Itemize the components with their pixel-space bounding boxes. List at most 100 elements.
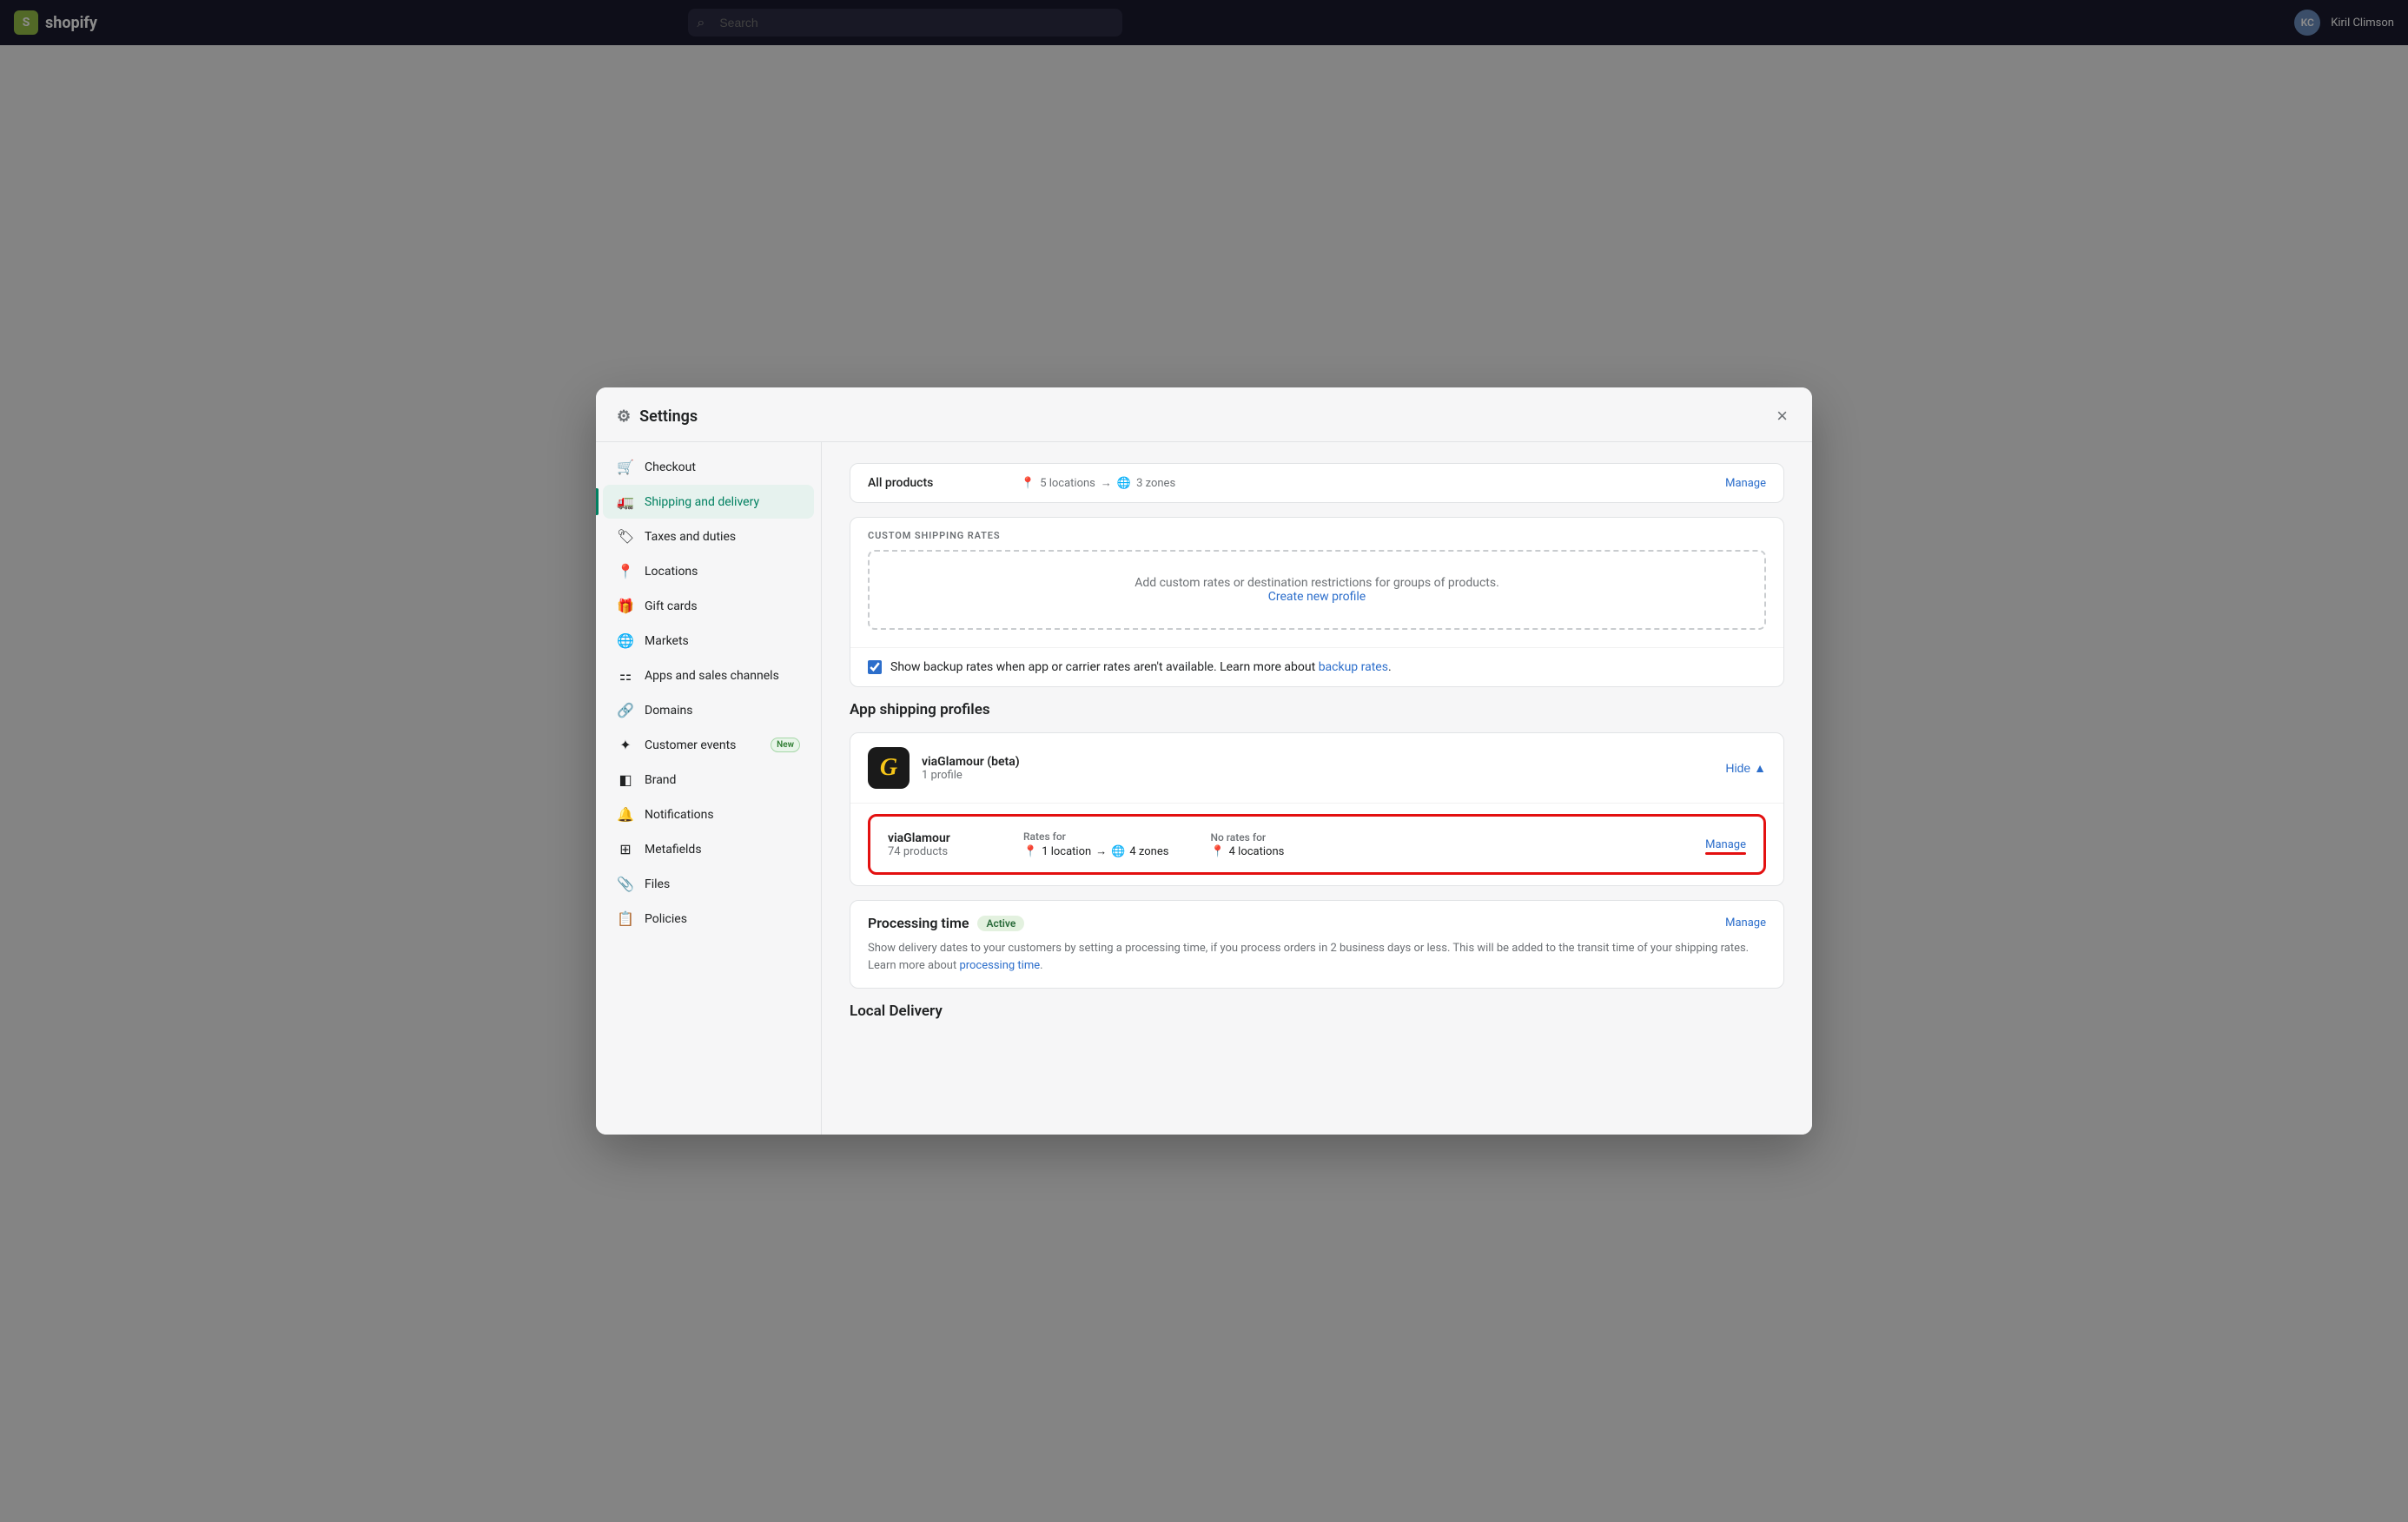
app-profiles-section: App shipping profiles G viaGlamour (beta… (850, 701, 1784, 886)
sidebar-item-label-taxes: Taxes and duties (645, 530, 800, 544)
sidebar-item-label-markets: Markets (645, 634, 800, 648)
all-products-detail: 📍 5 locations → 🌐 3 zones (1021, 476, 1711, 490)
policies-icon: 📋 (617, 910, 634, 927)
processing-description: Show delivery dates to your customers by… (850, 940, 1783, 988)
processing-time-card: Processing time Active Manage Show deliv… (850, 900, 1784, 989)
app-profiles-title: App shipping profiles (850, 701, 1784, 718)
sidebar-item-label-customer-events: Customer events (645, 738, 760, 752)
sidebar-item-files[interactable]: 📎 Files (603, 867, 814, 901)
sidebar: 🛒 Checkout 🚛 Shipping and delivery 🏷 Tax… (596, 442, 822, 1135)
hide-button[interactable]: Hide ▲ (1725, 761, 1766, 775)
sidebar-item-label-brand: Brand (645, 773, 800, 787)
sidebar-item-label-locations: Locations (645, 565, 800, 579)
sidebar-item-shipping[interactable]: 🚛 Shipping and delivery (603, 485, 814, 519)
backup-rates-row: Show backup rates when app or carrier ra… (850, 647, 1783, 686)
sidebar-item-domains[interactable]: 🔗 Domains (603, 693, 814, 727)
sidebar-item-locations[interactable]: 📍 Locations (603, 554, 814, 588)
customer-events-icon: ✦ (617, 737, 634, 753)
sidebar-item-label-gift-cards: Gift cards (645, 599, 800, 613)
all-products-card: All products 📍 5 locations → 🌐 3 zones M… (850, 463, 1784, 503)
close-button[interactable]: × (1773, 403, 1791, 429)
app-header: G viaGlamour (beta) 1 profile Hide ▲ (850, 733, 1783, 804)
files-icon: 📎 (617, 876, 634, 892)
sidebar-item-label-checkout: Checkout (645, 460, 800, 474)
no-rates-column: No rates for 📍 4 locations (1210, 831, 1284, 858)
globe-icon-small: 🌐 (1117, 477, 1131, 490)
locations-count: 5 locations (1040, 477, 1095, 490)
sidebar-item-customer-events[interactable]: ✦ Customer events New (603, 728, 814, 762)
create-profile-link[interactable]: Create new profile (1268, 590, 1366, 604)
custom-shipping-card: CUSTOM SHIPPING RATES Add custom rates o… (850, 517, 1784, 687)
via-products-count: 74 products (888, 845, 1009, 858)
sidebar-item-label-notifications: Notifications (645, 808, 800, 822)
via-manage-link[interactable]: Manage (1705, 838, 1746, 851)
settings-modal: ⚙ Settings × 🛒 Checkout 🚛 Shipping and d… (596, 387, 1812, 1135)
modal-body: 🛒 Checkout 🚛 Shipping and delivery 🏷 Tax… (596, 442, 1812, 1135)
custom-shipping-empty: Add custom rates or destination restrict… (868, 550, 1766, 630)
sidebar-item-apps[interactable]: ⚏ Apps and sales channels (603, 658, 814, 692)
no-rates-pin-icon: 📍 (1210, 845, 1224, 858)
processing-time-header: Processing time Active Manage (850, 901, 1783, 940)
shipping-icon: 🚛 (617, 493, 634, 510)
rates-arrow: → (1095, 844, 1107, 858)
main-content: All products 📍 5 locations → 🌐 3 zones M… (822, 442, 1812, 1135)
processing-time-link[interactable]: processing time (959, 959, 1040, 972)
app-info: G viaGlamour (beta) 1 profile (868, 747, 1020, 789)
globe-icon-rates: 🌐 (1111, 845, 1125, 858)
settings-icon: ⚙ (617, 407, 631, 426)
app-profile-count: 1 profile (922, 769, 1020, 782)
processing-manage-link[interactable]: Manage (1725, 917, 1766, 930)
sidebar-item-brand[interactable]: ◧ Brand (603, 763, 814, 797)
modal-backdrop: ⚙ Settings × 🛒 Checkout 🚛 Shipping and d… (0, 0, 2408, 1522)
app-name-block: viaGlamour (beta) 1 profile (922, 755, 1020, 782)
app-logo-letter: G (880, 754, 897, 782)
viag-glamour-card: G viaGlamour (beta) 1 profile Hide ▲ (850, 732, 1784, 886)
sidebar-item-notifications[interactable]: 🔔 Notifications (603, 797, 814, 831)
local-delivery-heading: Local Delivery (850, 1003, 1784, 1020)
sidebar-item-markets[interactable]: 🌐 Markets (603, 624, 814, 658)
sidebar-item-policies[interactable]: 📋 Policies (603, 902, 814, 936)
backup-rates-checkbox[interactable] (868, 660, 882, 674)
all-products-manage-link[interactable]: Manage (1725, 477, 1766, 490)
sidebar-item-label-shipping: Shipping and delivery (645, 495, 800, 509)
notifications-icon: 🔔 (617, 806, 634, 823)
all-products-name: All products (868, 476, 1007, 490)
sidebar-item-gift-cards[interactable]: 🎁 Gift cards (603, 589, 814, 623)
metafields-icon: ⊞ (617, 841, 634, 857)
no-rates-locations: 4 locations (1229, 845, 1285, 858)
new-badge: New (771, 738, 800, 752)
modal-title: ⚙ Settings (617, 407, 698, 426)
no-rates-label: No rates for (1210, 831, 1284, 844)
rates-location-count: 1 location (1042, 845, 1091, 858)
sidebar-item-checkout[interactable]: 🛒 Checkout (603, 450, 814, 484)
chevron-up-icon: ▲ (1754, 761, 1766, 775)
sidebar-item-label-files: Files (645, 877, 800, 891)
all-products-row: All products 📍 5 locations → 🌐 3 zones M… (850, 464, 1783, 502)
via-rates-block: Rates for 📍 1 location → 🌐 4 zones (1023, 830, 1691, 858)
via-row: viaGlamour 74 products Rates for 📍 1 loc… (870, 817, 1763, 872)
processing-title: Processing time (868, 915, 969, 931)
sidebar-item-metafields[interactable]: ⊞ Metafields (603, 832, 814, 866)
domains-icon: 🔗 (617, 702, 634, 718)
custom-shipping-text: Add custom rates or destination restrict… (1135, 576, 1499, 590)
gift-cards-icon: 🎁 (617, 598, 634, 614)
processing-title-row: Processing time Active (868, 915, 1024, 931)
rates-for-column: Rates for 📍 1 location → 🌐 4 zones (1023, 830, 1168, 858)
backup-rates-label: Show backup rates when app or carrier ra… (890, 660, 1392, 674)
brand-icon: ◧ (617, 771, 634, 788)
markets-icon: 🌐 (617, 632, 634, 649)
sidebar-item-label-apps: Apps and sales channels (645, 669, 800, 683)
sidebar-item-label-policies: Policies (645, 912, 800, 926)
via-name-block: viaGlamour 74 products (888, 831, 1009, 858)
active-badge: Active (977, 916, 1024, 931)
app-logo: G (868, 747, 910, 789)
no-rates-detail: 📍 4 locations (1210, 845, 1284, 858)
location-pin-icon: 📍 (1023, 845, 1037, 858)
arrow-icon: → (1101, 476, 1112, 490)
apps-icon: ⚏ (617, 667, 634, 684)
sidebar-item-taxes[interactable]: 🏷 Taxes and duties (603, 519, 814, 553)
modal-header: ⚙ Settings × (596, 387, 1812, 442)
sidebar-item-label-domains: Domains (645, 704, 800, 718)
backup-rates-link[interactable]: backup rates (1319, 660, 1388, 674)
locations-icon: 📍 (617, 563, 634, 579)
